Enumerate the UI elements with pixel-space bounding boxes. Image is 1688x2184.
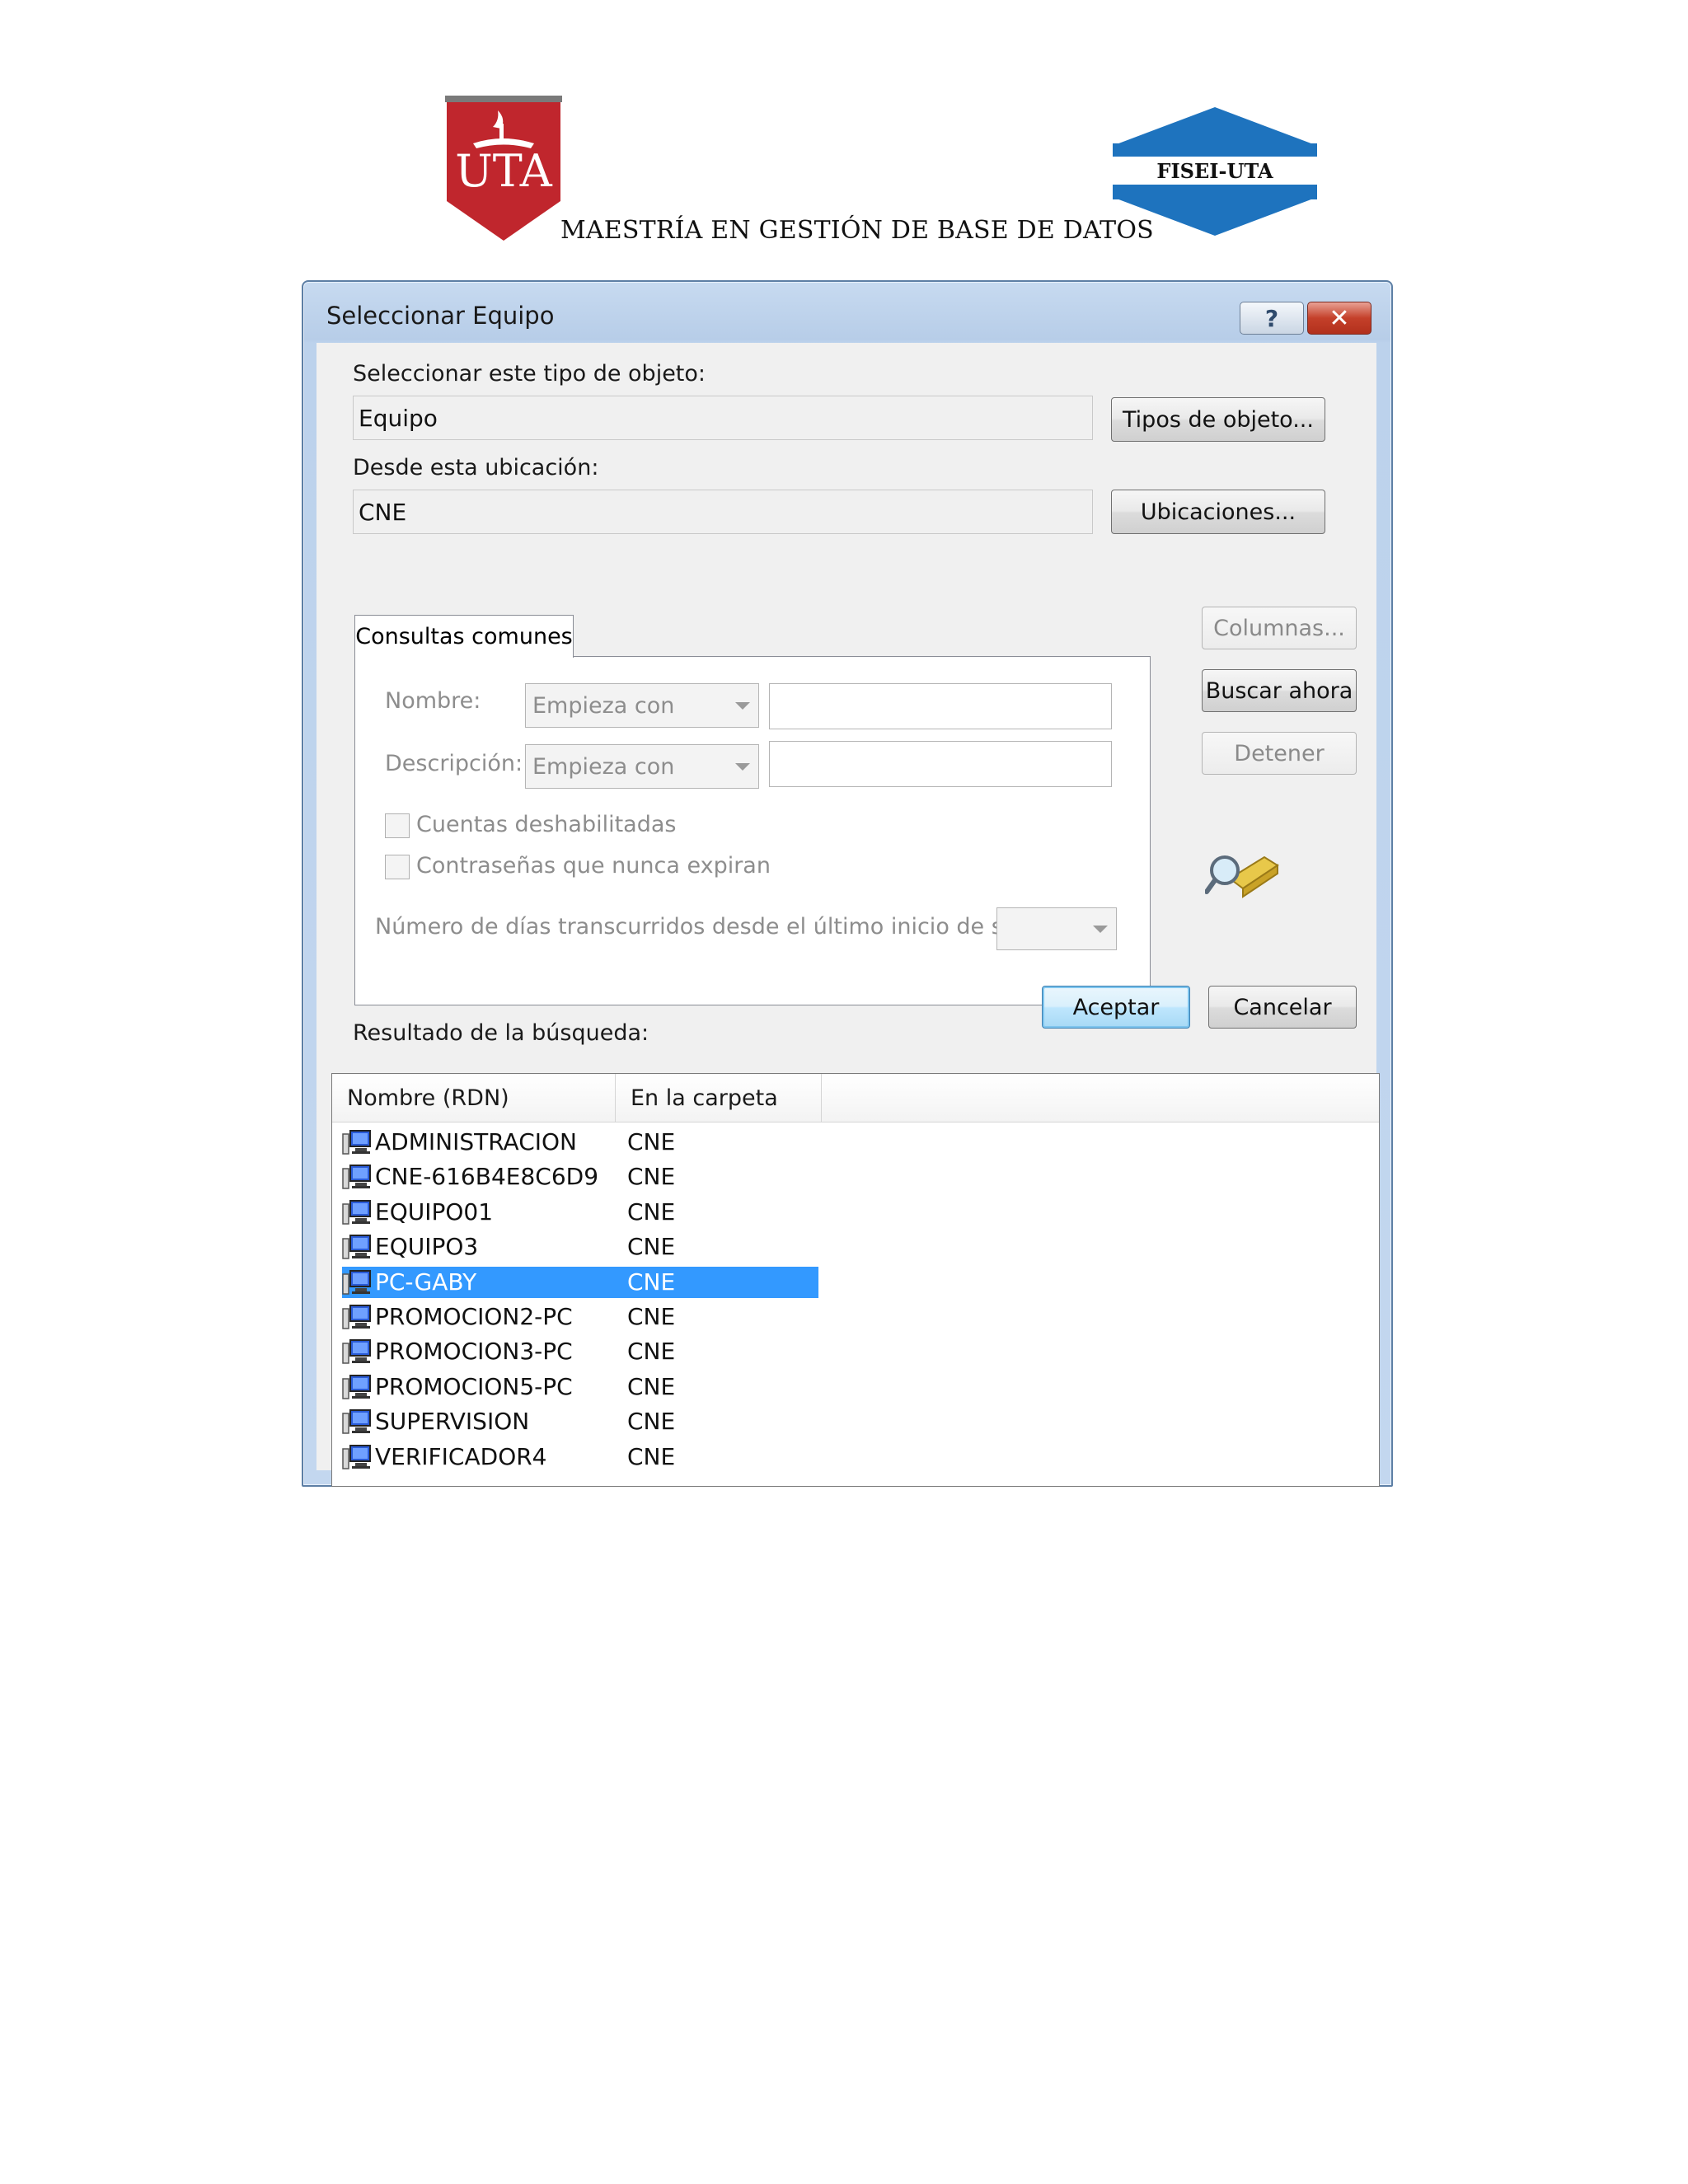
computer-icon bbox=[342, 1409, 371, 1434]
computer-name: PROMOCION2-PC bbox=[375, 1303, 573, 1330]
object-types-button[interactable]: Tipos de objeto... bbox=[1111, 397, 1325, 442]
folder-name: CNE bbox=[627, 1303, 676, 1330]
name-mode-select[interactable]: Empieza con bbox=[525, 683, 759, 728]
location-label: Desde esta ubicación: bbox=[353, 455, 599, 480]
computer-name: VERIFICADOR4 bbox=[375, 1442, 547, 1470]
uta-logo: UTA bbox=[445, 96, 562, 241]
list-item[interactable]: PROMOCION3-PC CNE bbox=[342, 1336, 818, 1367]
list-item[interactable]: VERIFICADOR4 CNE bbox=[342, 1441, 818, 1473]
computer-name: ADMINISTRACION bbox=[375, 1128, 577, 1155]
chevron-down-icon bbox=[735, 702, 750, 710]
help-icon: ? bbox=[1264, 304, 1279, 332]
computer-name: PROMOCION3-PC bbox=[375, 1338, 573, 1366]
object-type-field: Equipo bbox=[353, 396, 1093, 440]
computer-name: SUPERVISION bbox=[375, 1408, 530, 1436]
non-expiring-passwords-label: Contraseñas que nunca expiran bbox=[416, 853, 771, 879]
search-animation-icon bbox=[1205, 855, 1279, 898]
folder-name: CNE bbox=[627, 1268, 676, 1296]
search-results-label: Resultado de la búsqueda: bbox=[353, 1020, 649, 1046]
list-item[interactable]: CNE-616B4E8C6D9 CNE bbox=[342, 1161, 818, 1193]
days-since-logon-label: Número de días transcurridos desde el úl… bbox=[375, 914, 1070, 940]
description-mode-value: Empieza con bbox=[532, 753, 675, 780]
locations-button[interactable]: Ubicaciones... bbox=[1111, 490, 1325, 534]
common-queries-panel: Nombre: Empieza con Descripción: Empieza… bbox=[354, 656, 1151, 1005]
cancel-button[interactable]: Cancelar bbox=[1208, 986, 1357, 1029]
computer-icon bbox=[342, 1165, 371, 1190]
list-item[interactable]: SUPERVISION CNE bbox=[342, 1406, 818, 1437]
folder-name: CNE bbox=[627, 1408, 676, 1436]
close-button[interactable]: ✕ bbox=[1307, 302, 1372, 335]
chevron-down-icon bbox=[1093, 926, 1108, 933]
computer-icon bbox=[342, 1269, 371, 1295]
folder-name: CNE bbox=[627, 1128, 676, 1155]
stop-button[interactable]: Detener bbox=[1202, 732, 1357, 775]
computer-icon bbox=[342, 1130, 371, 1155]
close-icon: ✕ bbox=[1329, 303, 1350, 333]
computer-name: PROMOCION5-PC bbox=[375, 1372, 573, 1400]
computer-name: CNE-616B4E8C6D9 bbox=[375, 1163, 599, 1191]
ok-button[interactable]: Aceptar bbox=[1042, 986, 1190, 1029]
search-results-list[interactable]: Nombre (RDN) En la carpeta ADMINISTRACIO… bbox=[331, 1073, 1380, 1487]
name-label: Nombre: bbox=[385, 688, 481, 714]
computer-name: EQUIPO3 bbox=[375, 1233, 479, 1261]
computer-name: PC-GABY bbox=[375, 1268, 477, 1296]
list-item[interactable]: PROMOCION2-PC CNE bbox=[342, 1301, 818, 1333]
list-header: Nombre (RDN) En la carpeta bbox=[332, 1074, 1379, 1122]
description-mode-select[interactable]: Empieza con bbox=[525, 744, 759, 789]
window-title: Seleccionar Equipo bbox=[326, 302, 555, 330]
location-field: CNE bbox=[353, 490, 1093, 534]
list-item[interactable]: EQUIPO01 CNE bbox=[342, 1197, 818, 1228]
computer-icon bbox=[342, 1199, 371, 1225]
search-now-button[interactable]: Buscar ahora bbox=[1202, 669, 1357, 712]
description-label: Descripción: bbox=[385, 751, 523, 776]
object-type-label: Seleccionar este tipo de objeto: bbox=[353, 361, 706, 387]
uta-logo-text: UTA bbox=[455, 145, 553, 197]
folder-name: CNE bbox=[627, 1163, 676, 1191]
list-item[interactable]: EQUIPO3 CNE bbox=[342, 1231, 818, 1263]
computer-icon bbox=[342, 1235, 371, 1259]
name-mode-value: Empieza con bbox=[532, 692, 675, 719]
disabled-accounts-checkbox[interactable] bbox=[385, 813, 410, 838]
folder-name: CNE bbox=[627, 1233, 676, 1261]
dialog-client-area: Seleccionar este tipo de objeto: Equipo … bbox=[316, 343, 1380, 1487]
title-bar[interactable]: Seleccionar Equipo ? ✕ bbox=[303, 282, 1391, 343]
list-item[interactable]: PC-GABY CNE bbox=[342, 1266, 818, 1298]
list-item[interactable]: ADMINISTRACION CNE bbox=[342, 1127, 818, 1158]
list-item[interactable]: PROMOCION5-PC CNE bbox=[342, 1371, 818, 1403]
computer-icon bbox=[342, 1374, 371, 1399]
computer-icon bbox=[342, 1305, 371, 1329]
name-input[interactable] bbox=[769, 683, 1112, 729]
chevron-down-icon bbox=[735, 763, 750, 771]
folder-name: CNE bbox=[627, 1442, 676, 1470]
computer-name: EQUIPO01 bbox=[375, 1197, 494, 1226]
computer-icon bbox=[342, 1339, 371, 1365]
folder-name: CNE bbox=[627, 1372, 676, 1400]
help-button[interactable]: ? bbox=[1240, 302, 1304, 335]
tab-common-queries[interactable]: Consultas comunes bbox=[354, 615, 574, 658]
fisei-logo-text: FISEI-UTA bbox=[1156, 159, 1273, 183]
column-header-folder[interactable]: En la carpeta bbox=[616, 1074, 822, 1122]
columns-button[interactable]: Columnas... bbox=[1202, 607, 1357, 649]
disabled-accounts-label: Cuentas deshabilitadas bbox=[416, 812, 677, 837]
document-heading: MAESTRÍA EN GESTIÓN DE BASE DE DATOS bbox=[560, 216, 1154, 245]
description-input[interactable] bbox=[769, 741, 1112, 787]
column-header-name[interactable]: Nombre (RDN) bbox=[332, 1074, 616, 1122]
folder-name: CNE bbox=[627, 1338, 676, 1366]
select-computer-dialog: Seleccionar Equipo ? ✕ Seleccionar este … bbox=[302, 280, 1393, 1487]
days-since-logon-select[interactable] bbox=[996, 907, 1117, 950]
folder-name: CNE bbox=[627, 1197, 676, 1226]
computer-icon bbox=[342, 1444, 371, 1469]
non-expiring-passwords-checkbox[interactable] bbox=[385, 855, 410, 879]
